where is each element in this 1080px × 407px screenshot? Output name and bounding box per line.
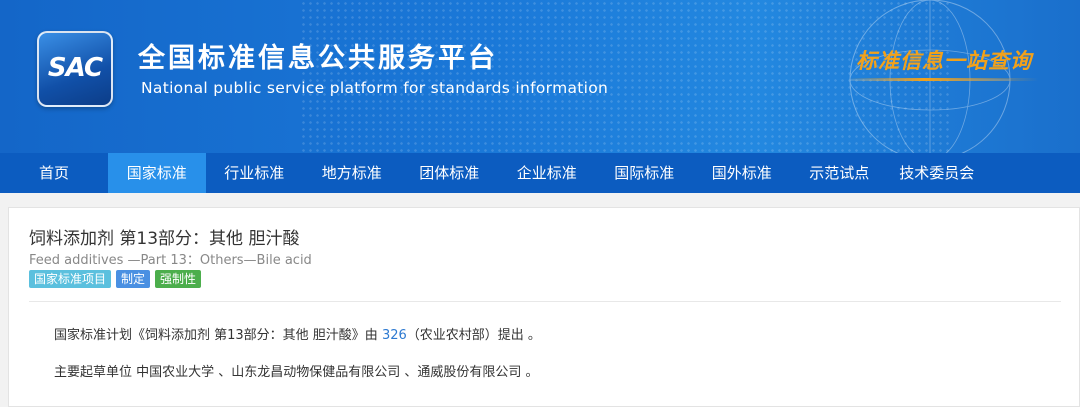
nav-item-home[interactable]: 首页 xyxy=(0,153,108,193)
site-subtitle: National public service platform for sta… xyxy=(141,79,609,97)
tag-formulate: 制定 xyxy=(116,270,151,288)
nav-item-group[interactable]: 团体标准 xyxy=(401,153,499,193)
divider xyxy=(29,301,1061,302)
document-panel: 饲料添加剂 第13部分：其他 胆汁酸 Feed additives —Part … xyxy=(8,207,1080,407)
nav-item-local[interactable]: 地方标准 xyxy=(303,153,401,193)
drafters-paragraph: 主要起草单位 中国农业大学 、山东龙昌动物保健品有限公司 、通威股份有限公司 。 xyxy=(54,365,539,380)
nav-item-foreign[interactable]: 国外标准 xyxy=(693,153,791,193)
nav-item-industry[interactable]: 行业标准 xyxy=(206,153,304,193)
slogan-underline xyxy=(848,78,1038,81)
logo-text: SAC xyxy=(47,53,103,83)
document-title: 饲料添加剂 第13部分：其他 胆汁酸 xyxy=(29,229,300,249)
tag-group: 国家标准项目 制定 强制性 xyxy=(29,270,202,288)
plan-prefix: 国家标准计划《饲料添加剂 第13部分：其他 胆汁酸》由 xyxy=(54,328,382,343)
nav-item-committee[interactable]: 技术委员会 xyxy=(888,153,986,193)
nav-item-pilot[interactable]: 示范试点 xyxy=(791,153,889,193)
site-title: 全国标准信息公共服务平台 xyxy=(138,43,498,74)
nav-item-national[interactable]: 国家标准 xyxy=(108,153,206,193)
plan-paragraph: 国家标准计划《饲料添加剂 第13部分：其他 胆汁酸》由 326（农业农村部）提出… xyxy=(54,324,541,343)
nav-item-international[interactable]: 国际标准 xyxy=(596,153,694,193)
tag-national-project: 国家标准项目 xyxy=(29,270,112,288)
nav-item-enterprise[interactable]: 企业标准 xyxy=(498,153,596,193)
committee-link[interactable]: 326 xyxy=(382,328,407,343)
globe-graphic xyxy=(849,0,1011,153)
header-banner: SAC 全国标准信息公共服务平台 National public service… xyxy=(0,0,1080,153)
document-title-en: Feed additives —Part 13：Others—Bile acid xyxy=(29,253,312,268)
sac-logo[interactable]: SAC xyxy=(37,31,113,107)
plan-suffix: （农业农村部）提出 。 xyxy=(406,328,541,343)
tag-mandatory: 强制性 xyxy=(155,270,202,288)
slogan: 标准信息一站查询 xyxy=(856,48,1032,73)
main-nav: 首页 国家标准 行业标准 地方标准 团体标准 企业标准 国际标准 国外标准 示范… xyxy=(0,153,1080,193)
